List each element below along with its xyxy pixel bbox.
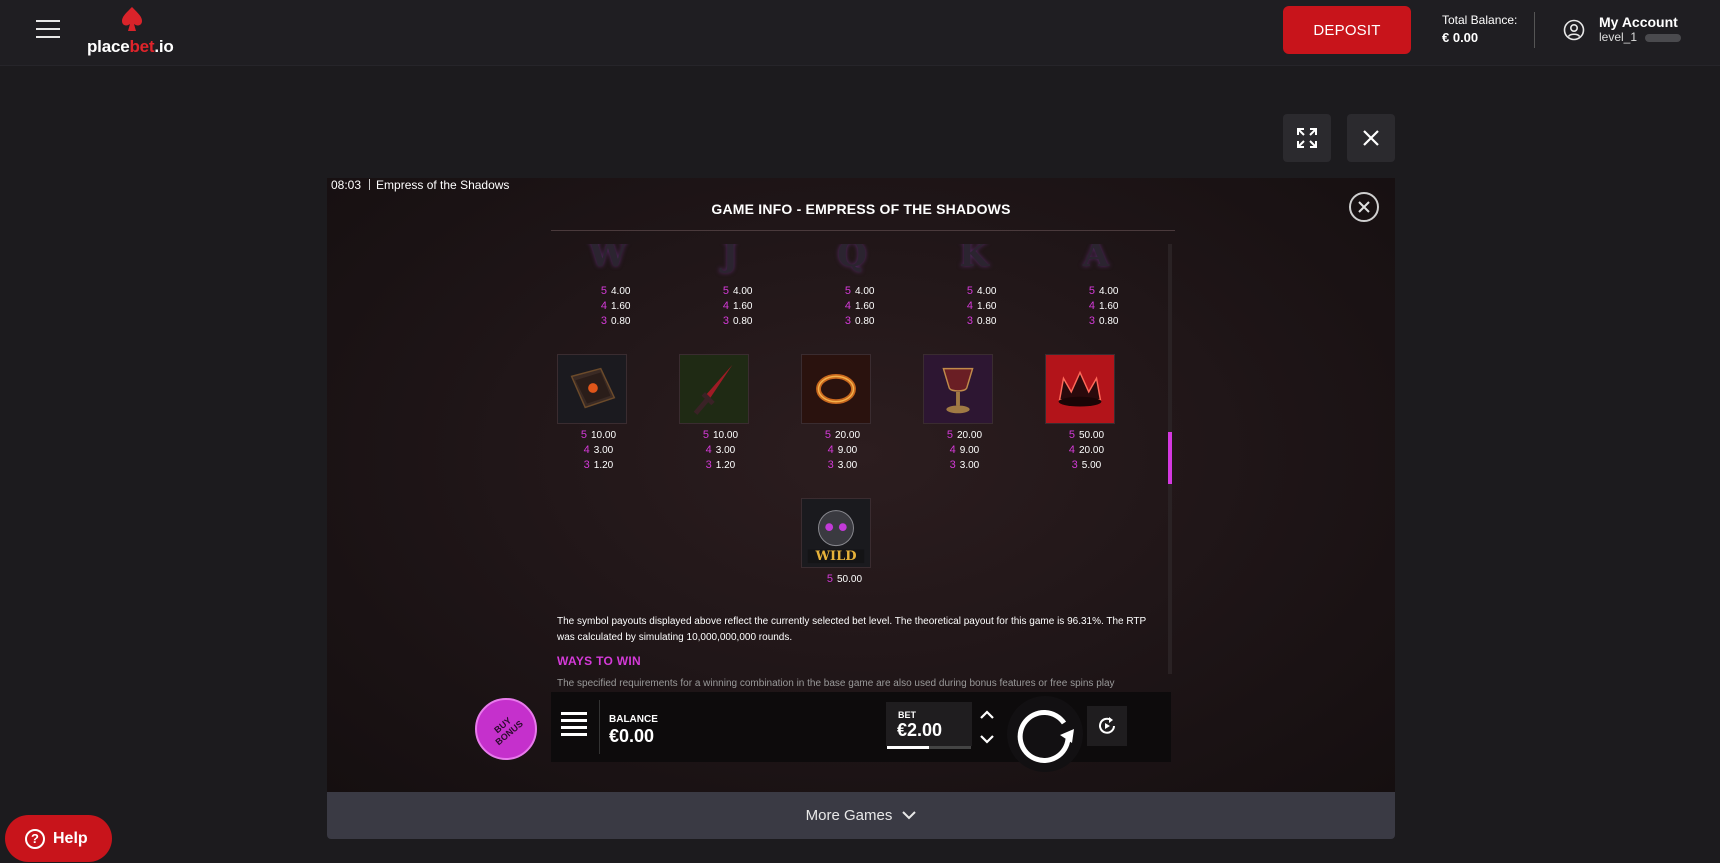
payout-list: 5 4.00 4 1.60 3 0.80 — [600, 285, 631, 327]
chevron-up-icon — [980, 710, 994, 719]
payout-list: 5 50.00 4 20.00 3 5.00 — [1068, 429, 1105, 471]
payout-list: 5 4.00 4 1.60 3 0.80 — [966, 285, 997, 327]
logo-text: placebet.io — [87, 37, 174, 56]
symbol-letter-a: A 5 4.00 4 1.60 3 0.80 — [1051, 244, 1141, 336]
wild-label: WILD — [815, 549, 857, 564]
help-question-icon: ? — [25, 828, 45, 849]
symbol-dagger: 5 10.00 4 3.00 3 1.20 — [677, 354, 767, 474]
symbol-letter-k: K 5 4.00 4 1.60 3 0.80 — [929, 244, 1019, 336]
payout-list: 5 50.00 — [826, 573, 863, 585]
payout-list: 5 20.00 4 9.00 3 3.00 — [946, 429, 983, 471]
chevron-down-icon — [902, 811, 917, 820]
symbol-glyph: A — [1082, 244, 1110, 275]
payout-list: 5 10.00 4 3.00 3 1.20 — [702, 429, 739, 471]
payout-list: 5 4.00 4 1.60 3 0.80 — [722, 285, 753, 327]
ways-to-win-text: The specified requirements for a winning… — [557, 678, 1115, 689]
symbol-wild: WILD 5 50.00 — [799, 498, 889, 598]
site-logo[interactable]: placebet.io — [87, 4, 187, 56]
symbol-chalice: 5 20.00 4 9.00 3 3.00 — [921, 354, 1011, 474]
help-button[interactable]: ? Help — [5, 815, 112, 862]
spin-button[interactable] — [1007, 696, 1083, 772]
total-balance: Total Balance: € 0.00 — [1442, 13, 1517, 45]
ways-to-win-heading: WAYS TO WIN — [557, 654, 641, 668]
bet-level-bar — [887, 746, 971, 749]
bet-decrease-button[interactable] — [975, 728, 999, 750]
hamburger-menu-icon[interactable] — [36, 20, 60, 40]
spin-arrow-icon — [1017, 709, 1074, 763]
more-games-button[interactable]: More Games — [327, 792, 1395, 839]
game-menu-icon[interactable] — [561, 712, 587, 736]
symbol-book: 5 10.00 4 3.00 3 1.20 — [555, 354, 645, 474]
payout-list: 5 20.00 4 9.00 3 3.00 — [824, 429, 861, 471]
autoplay-button[interactable] — [1087, 706, 1127, 746]
paytable-panel[interactable]: W 5 4.00 4 1.60 3 0.80 J 5 4.00 4 1.60 3 0.80 … — [551, 244, 1175, 764]
thorn-crown-icon — [801, 354, 871, 424]
symbol-crown: 5 50.00 4 20.00 3 5.00 — [1043, 354, 1133, 474]
rtp-description: The symbol payouts displayed above refle… — [557, 616, 1147, 643]
top-bar: placebet.io DEPOSIT Total Balance: € 0.0… — [0, 0, 1720, 66]
symbol-letter-w: W 5 4.00 4 1.60 3 0.80 — [563, 244, 653, 336]
chevron-down-icon — [980, 735, 994, 744]
user-icon — [1563, 19, 1585, 41]
game-balance-label: BALANCE — [609, 714, 658, 725]
close-icon — [1363, 130, 1379, 146]
fullscreen-icon — [1297, 128, 1317, 148]
book-icon — [557, 354, 627, 424]
game-title: Empress of the Shadows — [376, 178, 510, 192]
payout-list: 5 10.00 4 3.00 3 1.20 — [580, 429, 617, 471]
buy-bonus-button[interactable]: BUY BONUS — [475, 698, 537, 760]
control-divider — [599, 700, 600, 754]
symbol-glyph: Q — [837, 244, 867, 275]
payout-list: 5 4.00 4 1.60 3 0.80 — [1088, 285, 1119, 327]
info-close-button[interactable] — [1349, 192, 1379, 222]
help-label: Help — [53, 829, 88, 847]
symbol-thorn-crown: 5 20.00 4 9.00 3 3.00 — [799, 354, 889, 474]
chalice-icon — [923, 354, 993, 424]
symbol-glyph: K — [959, 244, 989, 275]
close-game-button[interactable] — [1347, 114, 1395, 162]
game-clock: 08:03 — [331, 178, 362, 192]
bet-display[interactable]: BET €2.00 — [886, 702, 972, 746]
crown-icon — [1045, 354, 1115, 424]
symbol-glyph: W — [588, 244, 628, 275]
symbol-glyph: J — [721, 244, 739, 275]
game-control-bar: BALANCE €0.00 BET €2.00 — [551, 692, 1171, 772]
symbol-letter-q: Q 5 4.00 4 1.60 3 0.80 — [807, 244, 897, 336]
total-balance-value: € 0.00 — [1442, 30, 1479, 45]
bet-value: €2.00 — [897, 720, 943, 740]
bet-level-fill — [887, 746, 929, 749]
total-balance-label: Total Balance: — [1442, 13, 1518, 27]
title-divider — [551, 230, 1175, 231]
game-balance-value: €0.00 — [609, 726, 655, 746]
account-level: level_1 — [1599, 30, 1638, 44]
game-info-title: GAME INFO - EMPRESS OF THE SHADOWS — [711, 201, 1011, 217]
spade-icon — [122, 7, 142, 31]
level-progress-bar — [1645, 34, 1681, 42]
symbol-letter-j: J 5 4.00 4 1.60 3 0.80 — [685, 244, 775, 336]
close-icon — [1358, 201, 1370, 213]
bet-increase-button[interactable] — [975, 704, 999, 726]
more-games-label: More Games — [805, 807, 893, 824]
autoplay-icon — [1099, 717, 1115, 734]
account-name: My Account — [1599, 14, 1678, 30]
deposit-button[interactable]: DEPOSIT — [1283, 6, 1411, 54]
paytable-scrollbar-thumb[interactable] — [1168, 432, 1172, 484]
bet-label: BET — [898, 710, 916, 720]
payout-list: 5 4.00 4 1.60 3 0.80 — [844, 285, 875, 327]
fullscreen-button[interactable] — [1283, 114, 1331, 162]
header-divider — [1534, 12, 1535, 48]
game-header: 08:03 Empress of the Shadows — [331, 178, 509, 192]
game-frame: 08:03 Empress of the Shadows GAME INFO - … — [327, 178, 1395, 792]
buy-bonus-label: BUY BONUS — [492, 715, 525, 748]
dagger-icon — [679, 354, 749, 424]
